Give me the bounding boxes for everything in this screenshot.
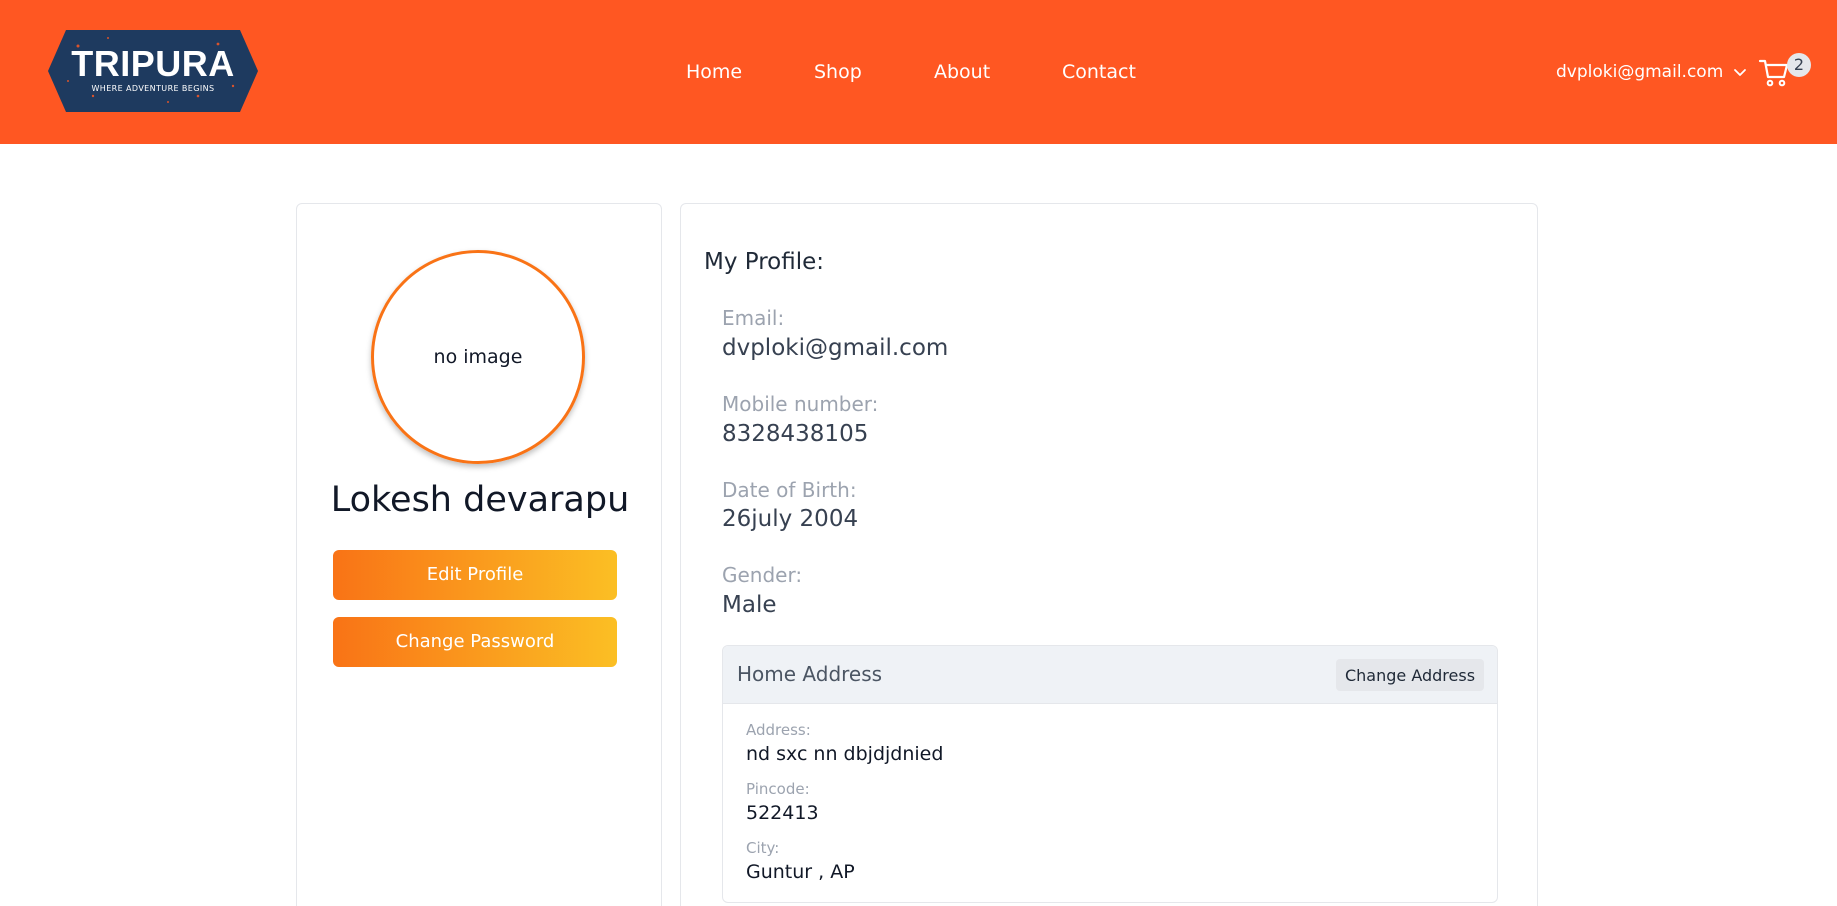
nav-link-about[interactable]: About (934, 60, 990, 84)
nav-link-shop[interactable]: Shop (814, 60, 862, 84)
address-value: nd sxc nn dbjdjdnied (746, 743, 944, 765)
mobile-value: 8328438105 (722, 421, 869, 447)
address-panel-title: Home Address (737, 662, 883, 686)
user-full-name: Lokesh devarapu (330, 480, 630, 520)
email-value: dvploki@gmail.com (722, 335, 949, 361)
mobile-label: Mobile number: (722, 392, 879, 416)
cart-count-badge: 2 (1787, 53, 1811, 77)
site-header: TRIPURA WHERE ADVENTURE BEGINS Home Shop… (0, 0, 1837, 144)
home-address-panel: Home Address Change Address Address: nd … (722, 645, 1498, 903)
email-label: Email: (722, 306, 785, 330)
chevron-down-icon (1733, 65, 1747, 79)
avatar: no image (371, 250, 585, 464)
nav-link-contact[interactable]: Contact (1062, 60, 1136, 84)
gender-label: Gender: (722, 563, 803, 587)
change-address-button[interactable]: Change Address (1336, 659, 1484, 691)
nav-link-home[interactable]: Home (686, 60, 742, 84)
address-label: Address: (746, 721, 811, 739)
profile-summary-card: no image Lokesh devarapu Edit Profile Ch… (296, 203, 662, 906)
profile-heading: My Profile: (704, 249, 825, 275)
dob-value: 26july 2004 (722, 506, 859, 532)
city-value: Guntur , AP (746, 861, 855, 883)
address-panel-header: Home Address Change Address (723, 646, 1497, 704)
pincode-value: 522413 (746, 802, 819, 824)
pincode-label: Pincode: (746, 780, 810, 798)
dob-label: Date of Birth: (722, 478, 857, 502)
change-password-button[interactable]: Change Password (333, 617, 617, 667)
edit-profile-button[interactable]: Edit Profile (333, 550, 617, 600)
avatar-placeholder-text: no image (433, 346, 523, 368)
user-menu-dropdown[interactable]: dvploki@gmail.com (1556, 60, 1747, 84)
profile-details-card: My Profile: Email: dvploki@gmail.com Mob… (680, 203, 1538, 906)
user-email-label: dvploki@gmail.com (1556, 62, 1724, 82)
logo-tagline: WHERE ADVENTURE BEGINS (91, 84, 215, 93)
city-label: City: (746, 839, 780, 857)
gender-value: Male (722, 592, 777, 618)
